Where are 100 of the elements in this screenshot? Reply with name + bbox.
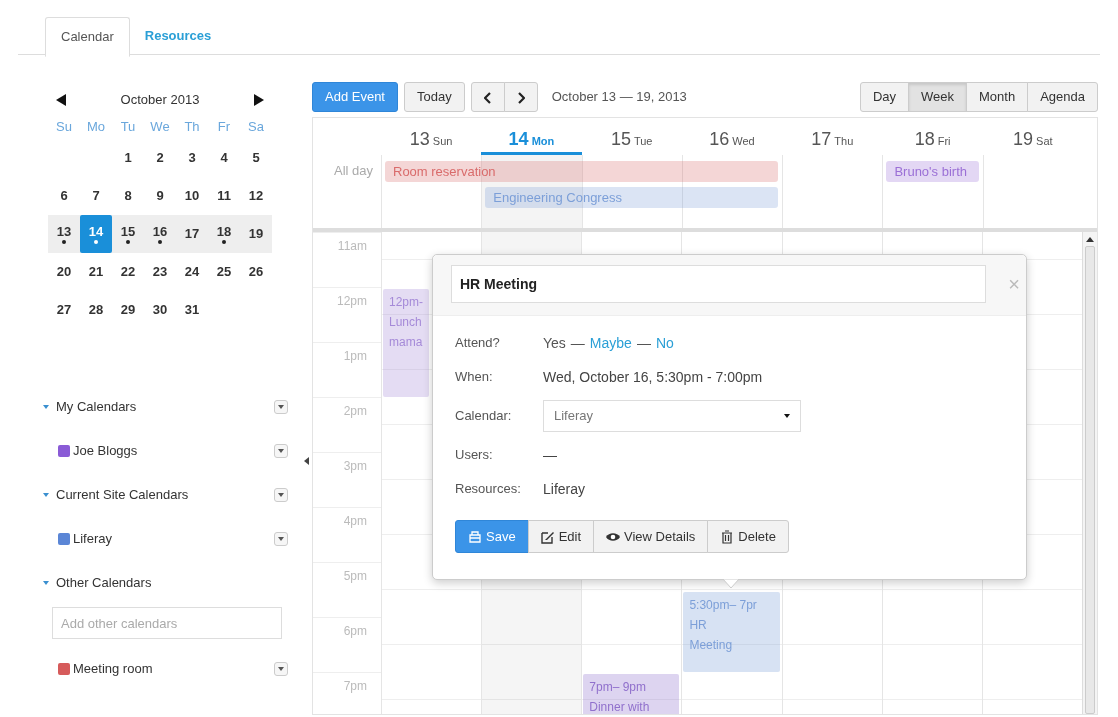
event-text: Lunch xyxy=(389,314,423,331)
month-title: October 2013 xyxy=(120,91,200,110)
caret-icon[interactable] xyxy=(42,403,50,411)
calendar-day[interactable]: 3 xyxy=(176,139,208,177)
next-month-icon[interactable] xyxy=(254,94,264,106)
day-header[interactable]: 15 Tue xyxy=(581,118,682,155)
calendar-day[interactable]: 13 xyxy=(48,215,80,253)
options-button[interactable] xyxy=(274,532,288,546)
calendar-name[interactable]: Joe Bloggs xyxy=(73,441,138,461)
field-label: When: xyxy=(455,368,494,387)
event-text: mama xyxy=(389,334,423,351)
weekday-label: Sa xyxy=(247,118,265,136)
scroll-up-icon[interactable] xyxy=(1086,236,1094,242)
next-button[interactable] xyxy=(503,82,538,112)
caret-icon[interactable] xyxy=(42,491,50,499)
event-text: 7pm– 9pm xyxy=(589,679,647,696)
day-header[interactable]: 17 Thu xyxy=(782,118,883,155)
weekday-label: Th xyxy=(183,118,201,136)
calendar-day[interactable]: 12 xyxy=(240,177,272,215)
calendar-day[interactable]: 27 xyxy=(48,291,80,329)
caret-icon xyxy=(278,667,284,671)
calendar-day[interactable]: 23 xyxy=(144,253,176,291)
field-value: Liferay xyxy=(543,479,586,499)
options-button[interactable] xyxy=(274,488,288,502)
weekday-label: Fr xyxy=(216,118,232,136)
calendar-day[interactable]: 8 xyxy=(112,177,144,215)
calendar-day[interactable]: 4 xyxy=(208,139,240,177)
view-button[interactable]: Day xyxy=(859,82,910,112)
calendar-day[interactable]: 2 xyxy=(144,139,176,177)
calendar-day[interactable]: 25 xyxy=(208,253,240,291)
calendar-day[interactable]: 6 xyxy=(48,177,80,215)
collapse-icon[interactable] xyxy=(304,457,309,465)
calendar-day[interactable]: 26 xyxy=(240,253,272,291)
chevron-right-icon xyxy=(516,91,525,104)
scrollbar[interactable] xyxy=(1082,232,1097,714)
event-text: 12pm- xyxy=(389,294,423,311)
calendar-day[interactable]: 17 xyxy=(176,215,208,253)
action-button[interactable]: Edit xyxy=(527,520,595,553)
field-label: Users: xyxy=(455,446,494,465)
calendar-name[interactable]: Liferay xyxy=(73,529,113,549)
calendar-day[interactable]: 31 xyxy=(176,291,208,329)
event-text: 5:30pm– 7pr xyxy=(689,596,758,614)
section-title: My Calendars xyxy=(56,398,137,417)
calendar-day[interactable]: 1 xyxy=(112,139,144,177)
previous-button[interactable] xyxy=(470,82,505,112)
attend-option[interactable]: Yes xyxy=(543,332,566,354)
caret-icon xyxy=(278,493,284,497)
separator-text: — xyxy=(570,333,585,353)
field-label: Resources: xyxy=(455,480,522,499)
calendar-name[interactable]: Meeting room xyxy=(73,659,153,679)
calendar-day[interactable]: 7 xyxy=(80,177,112,215)
field-value: — xyxy=(543,445,557,465)
calendar-day[interactable]: 10 xyxy=(176,177,208,215)
tab[interactable]: Calendar xyxy=(45,17,130,57)
title-field[interactable]: HR Meeting xyxy=(451,265,987,303)
field-value: Wed, October 16, 5:30pm - 7:00pm xyxy=(543,367,763,387)
caret-icon xyxy=(278,537,284,541)
edit-icon xyxy=(540,529,555,544)
calendar-day[interactable]: 9 xyxy=(144,177,176,215)
weekday-label: Su xyxy=(55,118,73,136)
view-button[interactable]: Month xyxy=(966,82,1029,112)
calendar-day[interactable]: 30 xyxy=(144,291,176,329)
calendar-day[interactable]: 14 xyxy=(80,215,112,253)
day-header[interactable]: 18 Fri xyxy=(882,118,983,155)
weekday-label: We xyxy=(149,118,171,136)
calendar-day[interactable]: 11 xyxy=(208,177,240,215)
caret-icon xyxy=(278,449,284,453)
options-button[interactable] xyxy=(274,400,288,414)
field-label: Calendar: xyxy=(455,407,513,426)
calendar-day[interactable]: 29 xyxy=(112,291,144,329)
calendar-day[interactable]: 15 xyxy=(112,215,144,253)
calendar-day[interactable]: 28 xyxy=(80,291,112,329)
calendar-day[interactable]: 22 xyxy=(112,253,144,291)
today-button[interactable]: Today xyxy=(404,82,465,112)
section-title: Other Calendars xyxy=(56,574,152,593)
calendar-day[interactable]: 20 xyxy=(48,253,80,291)
day-header[interactable]: 16 Wed xyxy=(681,118,783,155)
trash-icon xyxy=(720,529,735,544)
day-header[interactable]: 13 Sun xyxy=(381,118,482,155)
options-button[interactable] xyxy=(274,444,288,458)
calendar-day[interactable]: 18 xyxy=(208,215,240,253)
calendar-day[interactable]: 19 xyxy=(240,215,272,253)
caret-icon[interactable] xyxy=(42,579,50,587)
field-label: Attend? xyxy=(455,334,501,353)
options-button[interactable] xyxy=(274,662,288,676)
action-button[interactable]: Delete xyxy=(707,520,789,553)
event-text: HR xyxy=(689,616,708,634)
calendar-day[interactable]: 16 xyxy=(144,215,176,253)
calendar-day[interactable]: 21 xyxy=(80,253,112,291)
calendar-day[interactable]: 5 xyxy=(240,139,272,177)
action-button[interactable]: View Details xyxy=(593,520,709,553)
weekday-label: Tu xyxy=(119,118,137,136)
view-button[interactable]: Week xyxy=(908,82,968,112)
caret-icon xyxy=(278,405,284,409)
search-field[interactable]: Add other calendars xyxy=(52,607,282,639)
day-header[interactable]: 19 Sat xyxy=(982,118,1083,155)
calendar-select[interactable]: Liferay xyxy=(543,400,801,432)
calendar-day[interactable]: 24 xyxy=(176,253,208,291)
previous-month-icon[interactable] xyxy=(56,94,66,106)
view-button[interactable]: Agenda xyxy=(1027,82,1098,112)
